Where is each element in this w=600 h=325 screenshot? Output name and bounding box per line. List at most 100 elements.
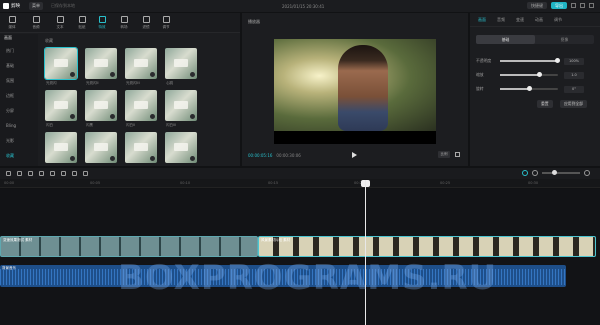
download-icon[interactable] — [110, 156, 115, 161]
ruler-tick: 00:10 — [180, 181, 191, 185]
effect-label: 光斑闪II — [86, 81, 99, 85]
zoom-out-icon[interactable] — [532, 170, 538, 176]
rotation-knob[interactable] — [527, 86, 532, 91]
tab-audio[interactable]: 音频 — [497, 17, 505, 23]
menu-button[interactable]: 菜单 — [29, 2, 43, 10]
effect-thumb[interactable] — [85, 132, 117, 163]
scale-label: 缩放 — [476, 72, 484, 77]
fullscreen-icon[interactable] — [455, 152, 460, 157]
split-icon[interactable] — [17, 171, 22, 176]
rotate-icon[interactable] — [72, 171, 77, 176]
download-icon[interactable] — [70, 114, 75, 119]
sidebar-item-hot[interactable]: 热门 — [6, 48, 14, 54]
zoom-in-icon[interactable] — [584, 170, 590, 176]
minimize-icon[interactable] — [571, 3, 576, 8]
download-icon[interactable] — [150, 72, 155, 77]
download-icon[interactable] — [190, 114, 195, 119]
app-name: 剪映 — [11, 4, 20, 9]
video-clip[interactable]: 变速效果测试 素材 — [0, 236, 258, 257]
timeline-ruler[interactable]: 00:00 00:05 00:10 00:15 00:20 00:25 00:3… — [0, 179, 600, 188]
reverse-icon[interactable] — [61, 171, 66, 176]
effect-thumb[interactable] — [85, 90, 117, 121]
opacity-slider[interactable] — [500, 58, 560, 63]
sidebar-item-light[interactable]: 光影 — [6, 138, 14, 144]
snap-icon[interactable] — [522, 170, 528, 176]
download-icon[interactable] — [110, 72, 115, 77]
scale-value[interactable]: 1.0 — [564, 71, 584, 79]
tab-speed[interactable]: 变速 — [516, 17, 524, 23]
download-icon[interactable] — [110, 114, 115, 119]
effect-label: 闪白III — [166, 123, 177, 127]
tab-adjust[interactable]: 调节 — [554, 17, 562, 23]
segment-basic[interactable]: 基础 — [476, 35, 535, 44]
effect-preview — [174, 101, 188, 109]
sidebar-item-favorites[interactable]: 收藏 — [6, 153, 14, 159]
close-icon[interactable] — [589, 3, 594, 8]
maximize-icon[interactable] — [580, 3, 585, 8]
sidebar-item-border[interactable]: 边框 — [6, 93, 14, 99]
letterbox-bar — [274, 131, 436, 144]
zoom-slider[interactable] — [542, 170, 580, 175]
effect-preview — [54, 101, 68, 109]
ruler-tick: 00:05 — [90, 181, 101, 185]
effect-thumb[interactable] — [125, 132, 157, 163]
effect-thumb[interactable] — [85, 48, 117, 79]
reset-button[interactable]: 重置 — [537, 100, 553, 108]
opacity-value[interactable]: 100% — [564, 57, 584, 65]
sidebar-item-bling[interactable]: Bling — [6, 123, 16, 128]
tool-sticker[interactable]: 贴纸 — [74, 15, 90, 31]
video-clip[interactable]: 风景素材片段 素材 — [258, 236, 596, 257]
rotation-value[interactable]: 0° — [564, 85, 584, 93]
scale-slider[interactable] — [500, 72, 558, 77]
effect-thumb[interactable] — [125, 90, 157, 121]
segment-cutout[interactable]: 抠像 — [535, 35, 594, 44]
tool-effects[interactable]: 特效 — [94, 15, 110, 31]
timeline-toolbar — [0, 168, 600, 179]
adjust-icon — [162, 16, 170, 23]
download-icon[interactable] — [190, 72, 195, 77]
zoom-knob[interactable] — [552, 170, 557, 175]
effect-thumb[interactable] — [165, 132, 197, 163]
effect-thumb[interactable] — [45, 132, 77, 163]
ratio-button[interactable]: 比例 — [438, 151, 450, 158]
download-icon[interactable] — [150, 156, 155, 161]
opacity-knob[interactable] — [554, 58, 560, 63]
tab-picture[interactable]: 画面 — [478, 17, 486, 23]
effect-thumb[interactable] — [125, 48, 157, 79]
mirror-icon[interactable] — [50, 171, 55, 176]
ruler-tick: 00:25 — [440, 181, 451, 185]
download-icon[interactable] — [190, 156, 195, 161]
tab-animation[interactable]: 动画 — [535, 17, 543, 23]
download-icon[interactable] — [70, 156, 75, 161]
scale-knob[interactable] — [537, 72, 543, 77]
tool-audio[interactable]: 音频 — [28, 15, 44, 31]
sidebar-item-atmosphere[interactable]: 氛围 — [6, 78, 14, 84]
undo-icon[interactable] — [6, 171, 11, 176]
effect-preview — [174, 59, 188, 67]
effect-thumb[interactable] — [44, 47, 78, 80]
playhead[interactable] — [365, 180, 366, 325]
crop-icon[interactable] — [83, 171, 88, 176]
export-button[interactable]: 导出 — [551, 2, 567, 9]
video-preview[interactable] — [274, 39, 436, 144]
download-icon[interactable] — [150, 114, 155, 119]
tool-filter[interactable]: 滤镜 — [138, 15, 154, 31]
delete-icon[interactable] — [28, 171, 33, 176]
effect-thumb[interactable] — [165, 48, 197, 79]
rotation-slider[interactable] — [500, 86, 558, 91]
sidebar-item-basic[interactable]: 基础 — [6, 63, 14, 69]
freeze-icon[interactable] — [39, 171, 44, 176]
apply-all-button[interactable]: 应用到全部 — [560, 100, 587, 108]
tool-media[interactable]: 媒体 — [4, 15, 20, 31]
download-icon[interactable] — [70, 72, 75, 77]
shortcut-button[interactable]: 快捷键 — [527, 2, 547, 9]
sidebar-item-split[interactable]: 分屏 — [6, 108, 14, 114]
tool-adjust[interactable]: 调节 — [158, 15, 174, 31]
tool-text[interactable]: 文本 — [52, 15, 68, 31]
effect-thumb[interactable] — [45, 90, 77, 121]
tool-transition[interactable]: 转场 — [116, 15, 132, 31]
scale-row: 缩放 1.0 — [476, 71, 594, 79]
play-icon[interactable] — [352, 152, 357, 158]
effect-thumb[interactable] — [165, 90, 197, 121]
rotation-fill — [500, 88, 529, 90]
